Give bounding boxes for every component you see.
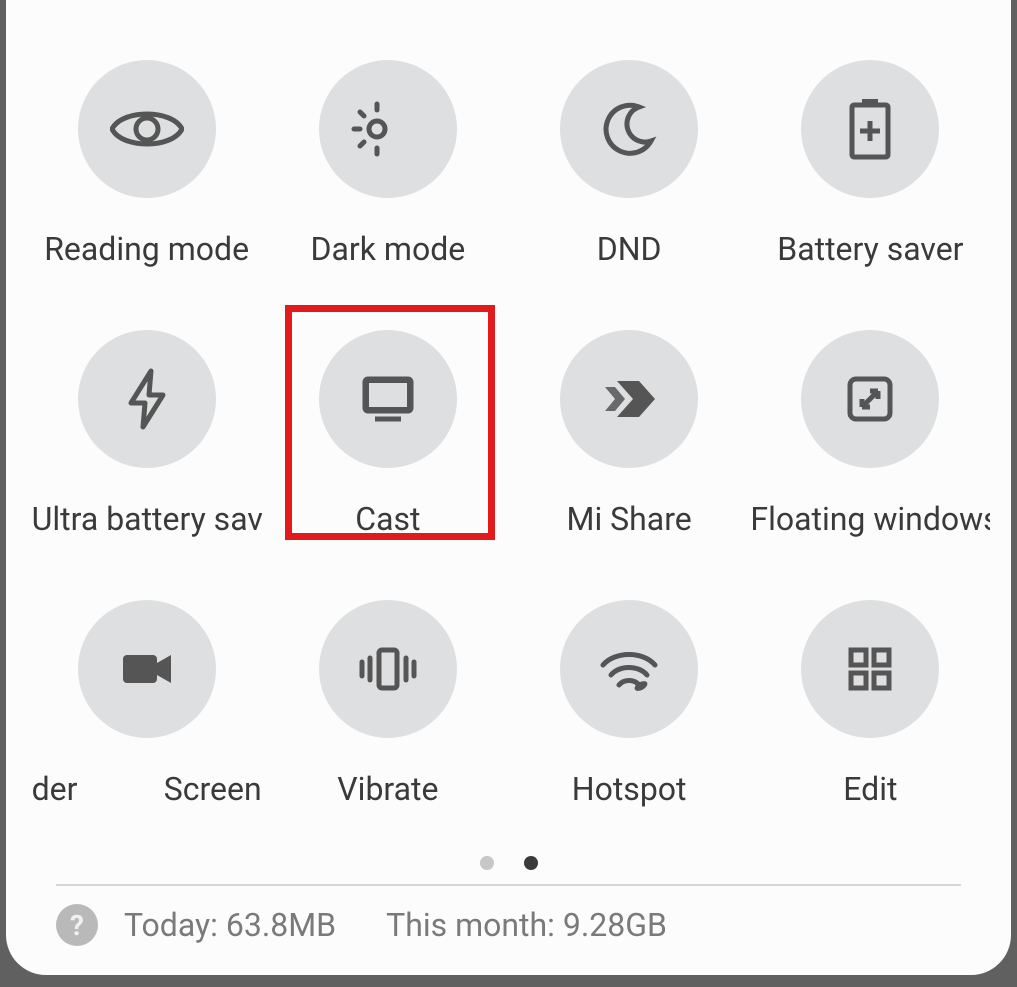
cast-icon xyxy=(359,373,417,425)
tile-button-battery-saver[interactable] xyxy=(801,60,939,198)
tile-label: Reading mode xyxy=(44,230,249,268)
bolt-icon xyxy=(123,367,171,431)
tile-label: Vibrate xyxy=(337,770,438,808)
tile-button-hotspot[interactable] xyxy=(560,600,698,738)
tile-button-dnd[interactable] xyxy=(560,60,698,198)
tile-label: Dark mode xyxy=(311,230,466,268)
tile-label: Floating windows xyxy=(750,500,990,538)
tile-label: Battery saver xyxy=(777,230,963,268)
tile-button-mi-share[interactable] xyxy=(560,330,698,468)
page-dot-1[interactable] xyxy=(480,856,494,870)
moon-icon xyxy=(601,101,657,157)
tile-button-screen-recorder[interactable] xyxy=(78,600,216,738)
tile-button-dark-mode[interactable] xyxy=(319,60,457,198)
tile-reading-mode[interactable]: Reading mode xyxy=(26,40,267,268)
quick-settings-panel: Reading mode Dark mode xyxy=(6,0,1011,975)
tile-floating-windows[interactable]: Floating windows xyxy=(750,310,991,538)
tile-label: DND xyxy=(597,230,662,268)
tile-label: Hotspot xyxy=(572,770,687,808)
tile-hotspot[interactable]: Hotspot xyxy=(509,580,750,808)
floating-window-icon xyxy=(844,373,896,425)
tile-label-split: der Screen xyxy=(32,770,262,808)
vibrate-icon xyxy=(355,644,421,694)
tile-label: Ultra battery saver xyxy=(32,500,262,538)
tile-edit[interactable]: Edit xyxy=(750,580,991,808)
tile-label-fragment-left: der xyxy=(32,770,78,808)
quick-settings-grid: Reading mode Dark mode xyxy=(26,40,991,840)
tile-ultra-battery-saver[interactable]: Ultra battery saver xyxy=(26,310,267,538)
help-icon[interactable]: ? xyxy=(56,904,98,946)
grid-edit-icon xyxy=(845,644,895,694)
tile-button-cast[interactable] xyxy=(319,330,457,468)
data-usage-today: Today: 63.8MB xyxy=(124,906,336,944)
tile-label-fragment-right: Screen xyxy=(164,770,262,808)
tile-button-reading-mode[interactable] xyxy=(78,60,216,198)
page-indicator xyxy=(26,856,991,870)
eye-icon xyxy=(110,106,184,152)
data-usage-footer[interactable]: ? Today: 63.8MB This month: 9.28GB xyxy=(26,886,991,946)
tile-button-ultra-battery-saver[interactable] xyxy=(78,330,216,468)
tile-button-floating-windows[interactable] xyxy=(801,330,939,468)
tile-dark-mode[interactable]: Dark mode xyxy=(267,40,508,268)
tile-dnd[interactable]: DND xyxy=(509,40,750,268)
data-usage-month: This month: 9.28GB xyxy=(386,906,667,944)
tile-button-edit[interactable] xyxy=(801,600,939,738)
tile-label: Edit xyxy=(843,770,897,808)
mi-share-icon xyxy=(599,373,659,425)
sun-moon-icon xyxy=(349,98,427,160)
video-camera-icon xyxy=(119,649,175,689)
tile-cast[interactable]: Cast xyxy=(267,310,508,538)
page-dot-2[interactable] xyxy=(524,856,538,870)
tile-vibrate[interactable]: Vibrate xyxy=(267,580,508,808)
tile-mi-share[interactable]: Mi Share xyxy=(509,310,750,538)
tile-button-vibrate[interactable] xyxy=(319,600,457,738)
tile-screen-recorder[interactable]: der Screen xyxy=(26,580,267,808)
tile-battery-saver[interactable]: Battery saver xyxy=(750,40,991,268)
hotspot-icon xyxy=(597,643,661,695)
tile-label: Mi Share xyxy=(567,500,692,538)
tile-label: Cast xyxy=(355,500,420,538)
battery-plus-icon xyxy=(848,97,892,161)
data-usage-text: Today: 63.8MB This month: 9.28GB xyxy=(124,906,667,944)
